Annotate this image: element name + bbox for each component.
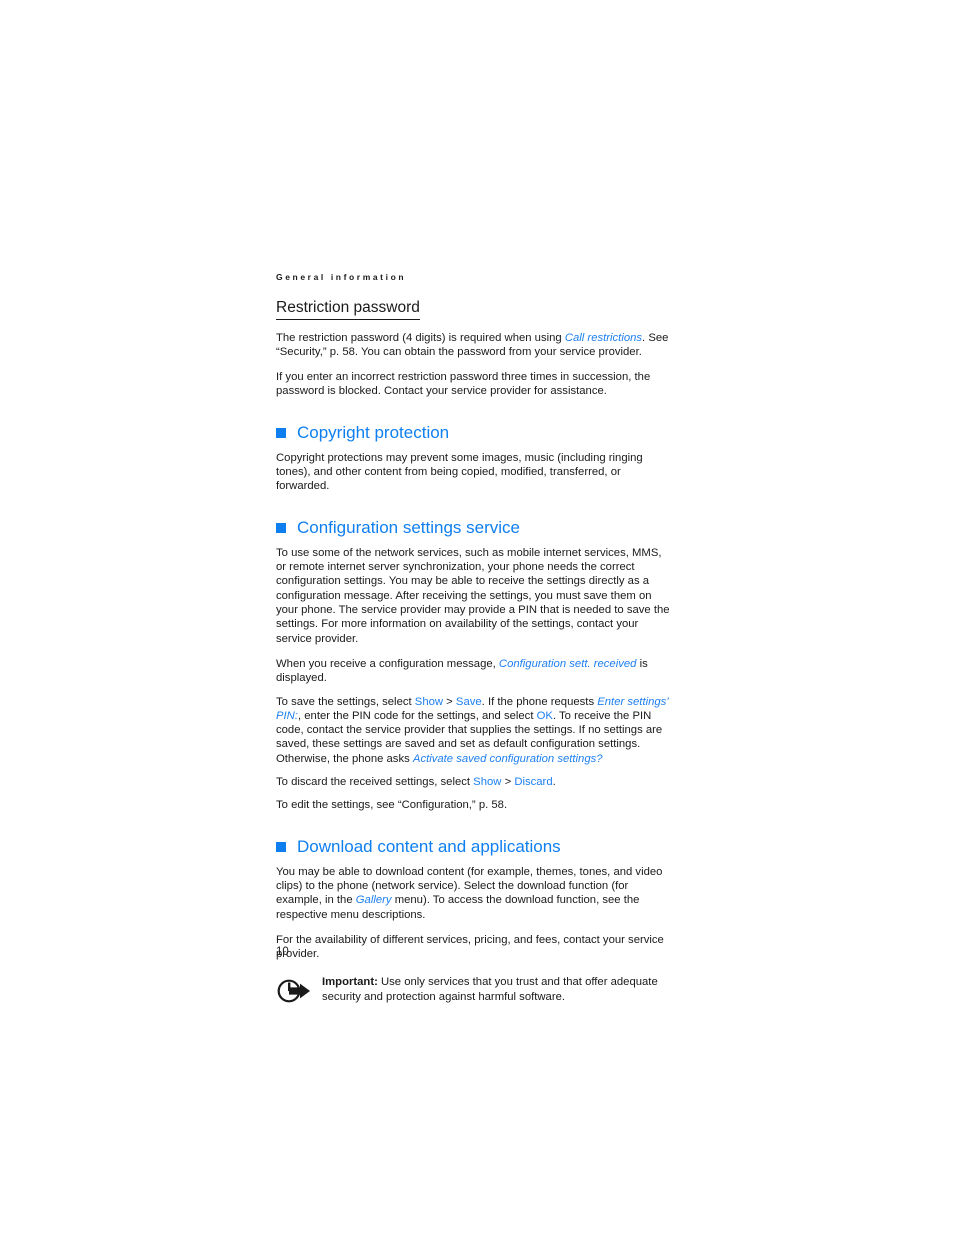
paragraph: To use some of the network services, suc…	[276, 546, 670, 646]
important-note-label: Important:	[322, 976, 378, 989]
text-run: To use some of the network services, suc…	[276, 546, 670, 645]
inline-ui-message[interactable]: Configuration sett. received	[499, 658, 637, 670]
text-run: For the availability of different servic…	[276, 933, 664, 961]
paragraph: When you receive a configuration message…	[276, 657, 670, 686]
inline-ui-term[interactable]: Save	[456, 696, 482, 708]
paragraph: The restriction password (4 digits) is r…	[276, 331, 670, 360]
text-run: To save the settings, select	[276, 695, 415, 708]
inline-ui-term[interactable]: Show	[415, 696, 443, 708]
inline-ui-term[interactable]: OK	[537, 710, 553, 722]
text-run: When you receive a configuration message…	[276, 657, 499, 670]
text-run: . If the phone requests	[481, 695, 598, 708]
heading-copyright-protection: Copyright protection	[276, 422, 670, 444]
section-copyright-protection: Copyright protection Copyright protectio…	[276, 422, 670, 494]
text-run: To edit the settings, see “Configuration…	[276, 799, 508, 812]
paragraph: Copyright protections may prevent some i…	[276, 451, 670, 494]
paragraph: To discard the received settings, select…	[276, 775, 670, 789]
blue-square-bullet-icon	[276, 427, 286, 438]
heading-download-content-and-applications: Download content and applications	[276, 836, 670, 858]
paragraph: You may be able to download content (for…	[276, 865, 670, 922]
inline-ui-term[interactable]: Discard	[514, 776, 552, 788]
running-head: General information	[276, 272, 407, 282]
page-content: General information Restriction password…	[276, 272, 670, 1009]
text-run: The restriction password (4 digits) is r…	[276, 331, 565, 344]
sub-heading-wrap: Restriction password	[276, 298, 670, 325]
inline-ui-message[interactable]: Call restrictions	[565, 332, 642, 344]
blue-square-bullet-icon	[276, 522, 286, 533]
heading-restriction-password: Restriction password	[276, 298, 420, 320]
blue-square-bullet-icon	[276, 841, 286, 852]
paragraph: If you enter an incorrect restriction pa…	[276, 370, 670, 399]
important-arrow-circle-icon	[276, 975, 322, 1009]
text-run: .	[552, 775, 556, 788]
paragraph: For the availability of different servic…	[276, 933, 670, 962]
text-run: >	[501, 775, 515, 788]
section-restriction-password: Restriction password The restriction pas…	[276, 298, 670, 399]
heading-label: Download content and applications	[297, 836, 561, 856]
important-note-text: Important: Use only services that you tr…	[322, 975, 670, 1004]
paragraph: To edit the settings, see “Configuration…	[276, 798, 670, 812]
paragraph: To save the settings, select Show > Save…	[276, 695, 670, 766]
inline-ui-message[interactable]: Activate saved configuration settings?	[413, 753, 603, 765]
inline-ui-message[interactable]: Gallery	[356, 894, 392, 906]
section-download-content-and-applications: Download content and applications You ma…	[276, 836, 670, 1010]
section-configuration-settings-service: Configuration settings service To use so…	[276, 517, 670, 813]
text-run: To discard the received settings, select	[276, 775, 474, 788]
heading-label: Configuration settings service	[297, 517, 521, 537]
text-run: , enter the PIN code for the settings, a…	[297, 709, 537, 722]
text-run: >	[443, 695, 456, 708]
page-number: 10	[276, 946, 289, 958]
text-run: Copyright protections may prevent some i…	[276, 451, 643, 493]
important-note: Important: Use only services that you tr…	[276, 975, 670, 1009]
document-page: General information Restriction password…	[0, 0, 954, 1235]
heading-configuration-settings-service: Configuration settings service	[276, 517, 670, 539]
heading-label: Copyright protection	[297, 422, 450, 442]
text-run: If you enter an incorrect restriction pa…	[276, 371, 651, 398]
inline-ui-term[interactable]: Show	[473, 776, 501, 788]
